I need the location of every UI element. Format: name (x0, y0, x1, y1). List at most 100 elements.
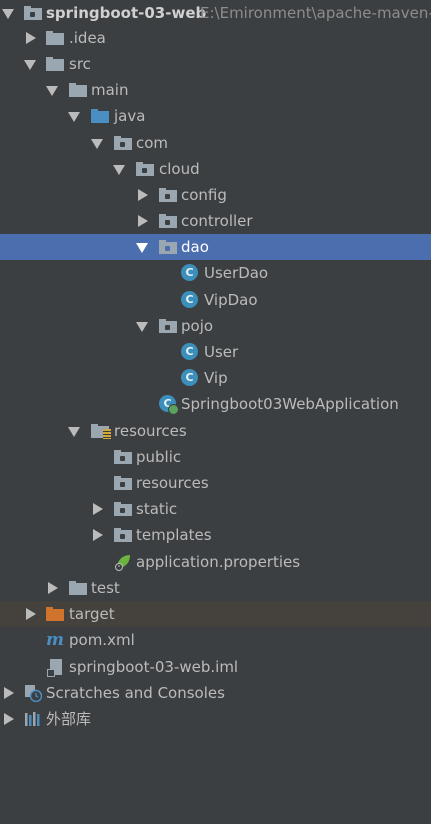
chevron-right-icon[interactable] (4, 687, 14, 699)
chevron-down-icon[interactable] (24, 60, 36, 70)
package-icon (114, 136, 132, 150)
chevron-down-icon[interactable] (136, 243, 148, 253)
tree-item-label: static (136, 500, 178, 518)
tree-item-label: application.properties (136, 553, 301, 571)
class-icon: C (181, 291, 198, 308)
tree-item-label: pom.xml (69, 631, 135, 649)
package-icon (114, 450, 132, 464)
class-icon: C (181, 369, 198, 386)
tree-item-label: Springboot03WebApplication (181, 395, 399, 413)
maven-icon: m (46, 630, 64, 650)
tree-item-label: User (204, 343, 239, 361)
class-icon: C (181, 343, 198, 360)
tree-row-external-libraries[interactable]: 外部库 (0, 706, 431, 732)
tree-item-label: Scratches and Consoles (46, 684, 225, 702)
tree-item-label: main (91, 81, 129, 99)
folder-icon (69, 581, 87, 595)
module-folder-icon (24, 6, 42, 20)
tree-item-label: UserDao (204, 264, 269, 282)
folder-icon (46, 57, 64, 71)
tree-row-resources[interactable]: resources (0, 418, 431, 444)
tree-item-label: templates (136, 526, 212, 544)
chevron-down-icon[interactable] (2, 9, 14, 19)
chevron-down-icon[interactable] (91, 139, 103, 149)
tree-item-label: pojo (181, 317, 214, 335)
tree-item-label: com (136, 134, 169, 152)
chevron-right-icon[interactable] (48, 582, 58, 594)
tree-row-templates[interactable]: templates (0, 522, 431, 548)
tree-row-scratches[interactable]: Scratches and Consoles (0, 680, 431, 706)
library-icon (25, 712, 40, 726)
tree-item-label: src (69, 55, 91, 73)
tree-item-label: public (136, 448, 182, 466)
chevron-down-icon[interactable] (46, 86, 58, 96)
tree-row-target[interactable]: target (0, 601, 431, 627)
package-icon (159, 214, 177, 228)
chevron-right-icon[interactable] (138, 189, 148, 201)
tree-row-root[interactable]: springboot-03-web E:\Emironment\apache-m… (0, 0, 431, 26)
tree-item-label: springboot-03-web.iml (69, 658, 239, 676)
tree-row-resources-sub[interactable]: resources (0, 470, 431, 496)
tree-item-label: test (91, 579, 120, 597)
chevron-down-icon[interactable] (113, 165, 125, 175)
tree-item-label: .idea (69, 29, 106, 47)
excluded-folder-icon (46, 607, 64, 621)
spring-leaf-icon (115, 555, 130, 571)
folder-icon (69, 83, 87, 97)
package-icon (114, 476, 132, 490)
tree-row-static[interactable]: static (0, 496, 431, 522)
project-name: springboot-03-web (46, 4, 207, 22)
resources-folder-icon (91, 424, 111, 439)
tree-row-vipdao[interactable]: C VipDao (0, 287, 431, 313)
tree-row-iml[interactable]: springboot-03-web.iml (0, 654, 431, 680)
tree-row-config[interactable]: config (0, 182, 431, 208)
tree-row-src[interactable]: src (0, 51, 431, 77)
tree-row-vip[interactable]: C Vip (0, 365, 431, 391)
chevron-right-icon[interactable] (93, 529, 103, 541)
chevron-right-icon[interactable] (4, 713, 14, 725)
project-tree: springboot-03-web E:\Emironment\apache-m… (0, 0, 431, 824)
package-icon (159, 240, 177, 254)
chevron-down-icon[interactable] (136, 322, 148, 332)
package-icon (114, 502, 132, 516)
tree-item-label: dao (181, 238, 209, 256)
chevron-right-icon[interactable] (138, 215, 148, 227)
tree-row-test[interactable]: test (0, 575, 431, 601)
tree-row-pom[interactable]: m pom.xml (0, 627, 431, 653)
tree-row-public[interactable]: public (0, 444, 431, 470)
tree-row-java[interactable]: java (0, 103, 431, 129)
tree-row-main[interactable]: main (0, 77, 431, 103)
tree-row-cloud[interactable]: cloud (0, 156, 431, 182)
tree-row-pojo[interactable]: pojo (0, 313, 431, 339)
package-icon (114, 528, 132, 542)
tree-row-controller[interactable]: controller (0, 208, 431, 234)
tree-row-idea[interactable]: .idea (0, 25, 431, 51)
chevron-down-icon[interactable] (68, 112, 80, 122)
class-icon: C (181, 264, 198, 281)
tree-row-com[interactable]: com (0, 130, 431, 156)
scratches-icon (25, 685, 42, 702)
tree-item-label: cloud (159, 160, 200, 178)
tree-item-label: 外部库 (46, 710, 92, 728)
spring-app-class-icon: C (159, 395, 179, 415)
tree-row-userdao[interactable]: C UserDao (0, 260, 431, 286)
tree-row-dao[interactable]: dao (0, 234, 431, 260)
tree-item-label: VipDao (204, 291, 258, 309)
source-folder-icon (91, 109, 109, 123)
tree-item-label: controller (181, 212, 253, 230)
package-icon (136, 162, 154, 176)
project-path: E:\Emironment\apache-maven-3 (200, 4, 431, 22)
package-icon (159, 188, 177, 202)
package-icon (159, 319, 177, 333)
tree-item-label: resources (114, 422, 187, 440)
tree-row-user[interactable]: C User (0, 339, 431, 365)
tree-item-label: Vip (204, 369, 228, 387)
tree-row-application[interactable]: C Springboot03WebApplication (0, 391, 431, 417)
tree-item-label: config (181, 186, 227, 204)
chevron-down-icon[interactable] (68, 427, 80, 437)
chevron-right-icon[interactable] (26, 608, 36, 620)
tree-row-app-properties[interactable]: application.properties (0, 549, 431, 575)
tree-item-label: java (114, 107, 146, 125)
chevron-right-icon[interactable] (93, 503, 103, 515)
chevron-right-icon[interactable] (26, 32, 36, 44)
